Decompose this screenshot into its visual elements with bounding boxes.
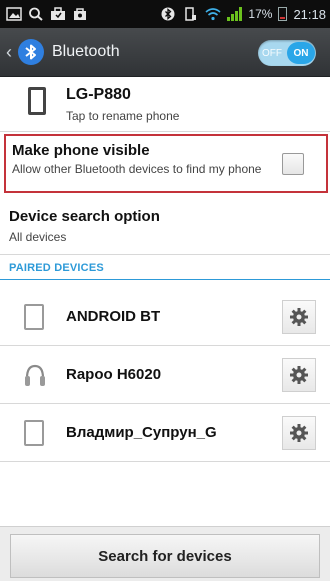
- briefcase-icon: [50, 7, 66, 21]
- paired-device-row[interactable]: ANDROID BT: [0, 288, 330, 346]
- paired-device-name: Владмир_Супрун_G: [66, 424, 217, 441]
- search-for-devices-button[interactable]: Search for devices: [10, 534, 320, 578]
- screen-title: Bluetooth: [52, 43, 120, 60]
- paired-device-name: ANDROID BT: [66, 308, 161, 325]
- bluetooth-app-icon[interactable]: [18, 39, 44, 65]
- back-chevron-icon[interactable]: ‹: [6, 42, 16, 63]
- signal-icon: [227, 7, 243, 21]
- phone-data-icon: [183, 7, 199, 21]
- headphones-icon: [24, 361, 46, 389]
- bluetooth-toggle[interactable]: OFF ON: [258, 40, 316, 66]
- search-option-title: Device search option: [9, 208, 160, 225]
- status-bar: 17% 21:18: [0, 0, 330, 28]
- bag-icon: [72, 7, 88, 21]
- system-icons: 17% 21:18: [161, 0, 326, 28]
- search-icon: [28, 7, 44, 21]
- device-rename-row[interactable]: LG-P880 Tap to rename phone: [0, 77, 330, 132]
- search-option-value: All devices: [9, 230, 67, 244]
- visible-checkbox[interactable]: [282, 153, 304, 175]
- phone-icon: [28, 87, 46, 115]
- device-name: LG-P880: [66, 86, 131, 103]
- toggle-off-label: OFF: [262, 47, 282, 59]
- clock: 21:18: [293, 6, 326, 22]
- wifi-icon: [205, 7, 221, 21]
- phone-icon: [24, 304, 44, 330]
- battery-icon: [278, 7, 288, 21]
- paired-devices-header: PAIRED DEVICES: [9, 262, 104, 274]
- paired-device-name: Rapoo H6020: [66, 366, 162, 383]
- make-visible-row[interactable]: Make phone visible Allow other Bluetooth…: [4, 134, 328, 193]
- paired-device-row[interactable]: Владмир_Супрун_G: [0, 404, 330, 462]
- device-search-option-row[interactable]: Device search option All devices: [0, 200, 330, 255]
- notification-icons: [0, 7, 88, 21]
- bluetooth-icon: [161, 7, 177, 21]
- paired-device-row[interactable]: Rapoo H6020: [0, 346, 330, 404]
- visible-title: Make phone visible: [12, 142, 150, 159]
- gear-icon[interactable]: [282, 416, 316, 450]
- gear-icon[interactable]: [282, 300, 316, 334]
- device-subtitle: Tap to rename phone: [66, 109, 180, 123]
- section-divider: [0, 279, 330, 280]
- phone-icon: [24, 420, 44, 446]
- gear-icon[interactable]: [282, 358, 316, 392]
- action-bar: ‹ Bluetooth OFF ON: [0, 28, 330, 77]
- visible-subtitle: Allow other Bluetooth devices to find my…: [12, 162, 262, 176]
- toggle-on-label: ON: [287, 42, 315, 64]
- gallery-icon: [6, 7, 22, 21]
- battery-percent: 17%: [248, 7, 273, 21]
